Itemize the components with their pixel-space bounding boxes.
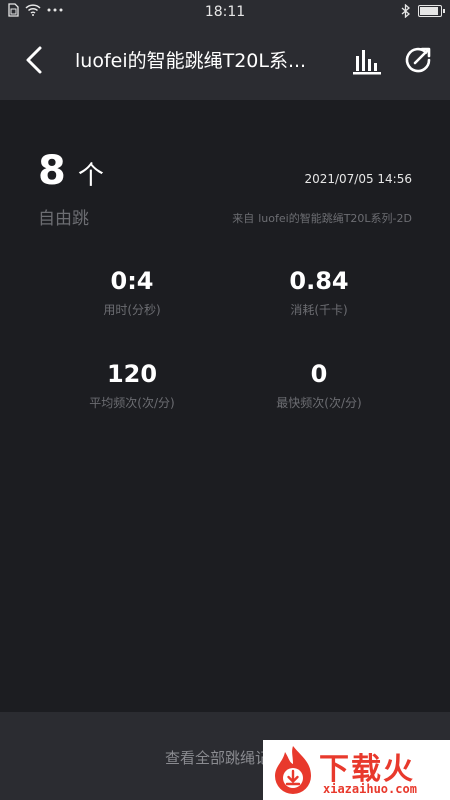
watermark-url: xiazaihuo.com [323, 782, 417, 796]
nav-bar: luofei的智能跳绳T20L系... [0, 24, 450, 100]
watermark: 下载火 xiazaihuo.com [263, 740, 450, 800]
status-right [401, 4, 445, 18]
stat-value: 120 [106, 360, 158, 388]
status-bar: 18:11 [0, 0, 450, 24]
battery-icon [418, 5, 445, 17]
stat-value: 0:4 [110, 267, 154, 295]
source-device: luofei的智能跳绳T20L系列-2D [258, 212, 412, 225]
record-datetime: 2021/07/05 14:56 [304, 172, 412, 186]
stat-label: 用时(分秒) [103, 303, 161, 317]
stat-label: 消耗(千卡) [290, 303, 348, 317]
source-prefix: 来自 [232, 212, 255, 225]
bar-chart-icon[interactable] [352, 46, 382, 76]
status-time: 18:11 [204, 4, 246, 20]
flame-logo-icon [275, 746, 311, 794]
stat-label: 最快频次(次/分) [276, 396, 362, 410]
stat-label: 平均频次(次/分) [89, 396, 175, 410]
stat-duration: 0:4 用时(分秒) [52, 267, 212, 318]
share-icon[interactable] [402, 44, 434, 76]
stat-calories: 0.84 消耗(千卡) [239, 267, 399, 318]
chevron-left-icon[interactable] [18, 42, 54, 78]
jump-count-unit: 个 [77, 161, 104, 191]
jump-count-value: 8 [38, 148, 66, 194]
jump-mode: 自由跳 [38, 209, 89, 229]
stat-value: 0 [310, 360, 328, 388]
stat-average-frequency: 120 平均频次(次/分) [52, 360, 212, 411]
stat-value: 0.84 [289, 267, 349, 295]
jump-count: 8 个 [38, 148, 104, 194]
record-source: 来自 luofei的智能跳绳T20L系列-2D [232, 210, 412, 226]
page-title: luofei的智能跳绳T20L系... [75, 50, 307, 72]
stat-fastest-frequency: 0 最快频次(次/分) [239, 360, 399, 411]
bluetooth-icon [401, 4, 410, 18]
jump-record-detail: 8 个 自由跳 2021/07/05 14:56 来自 luofei的智能跳绳T… [0, 100, 450, 712]
